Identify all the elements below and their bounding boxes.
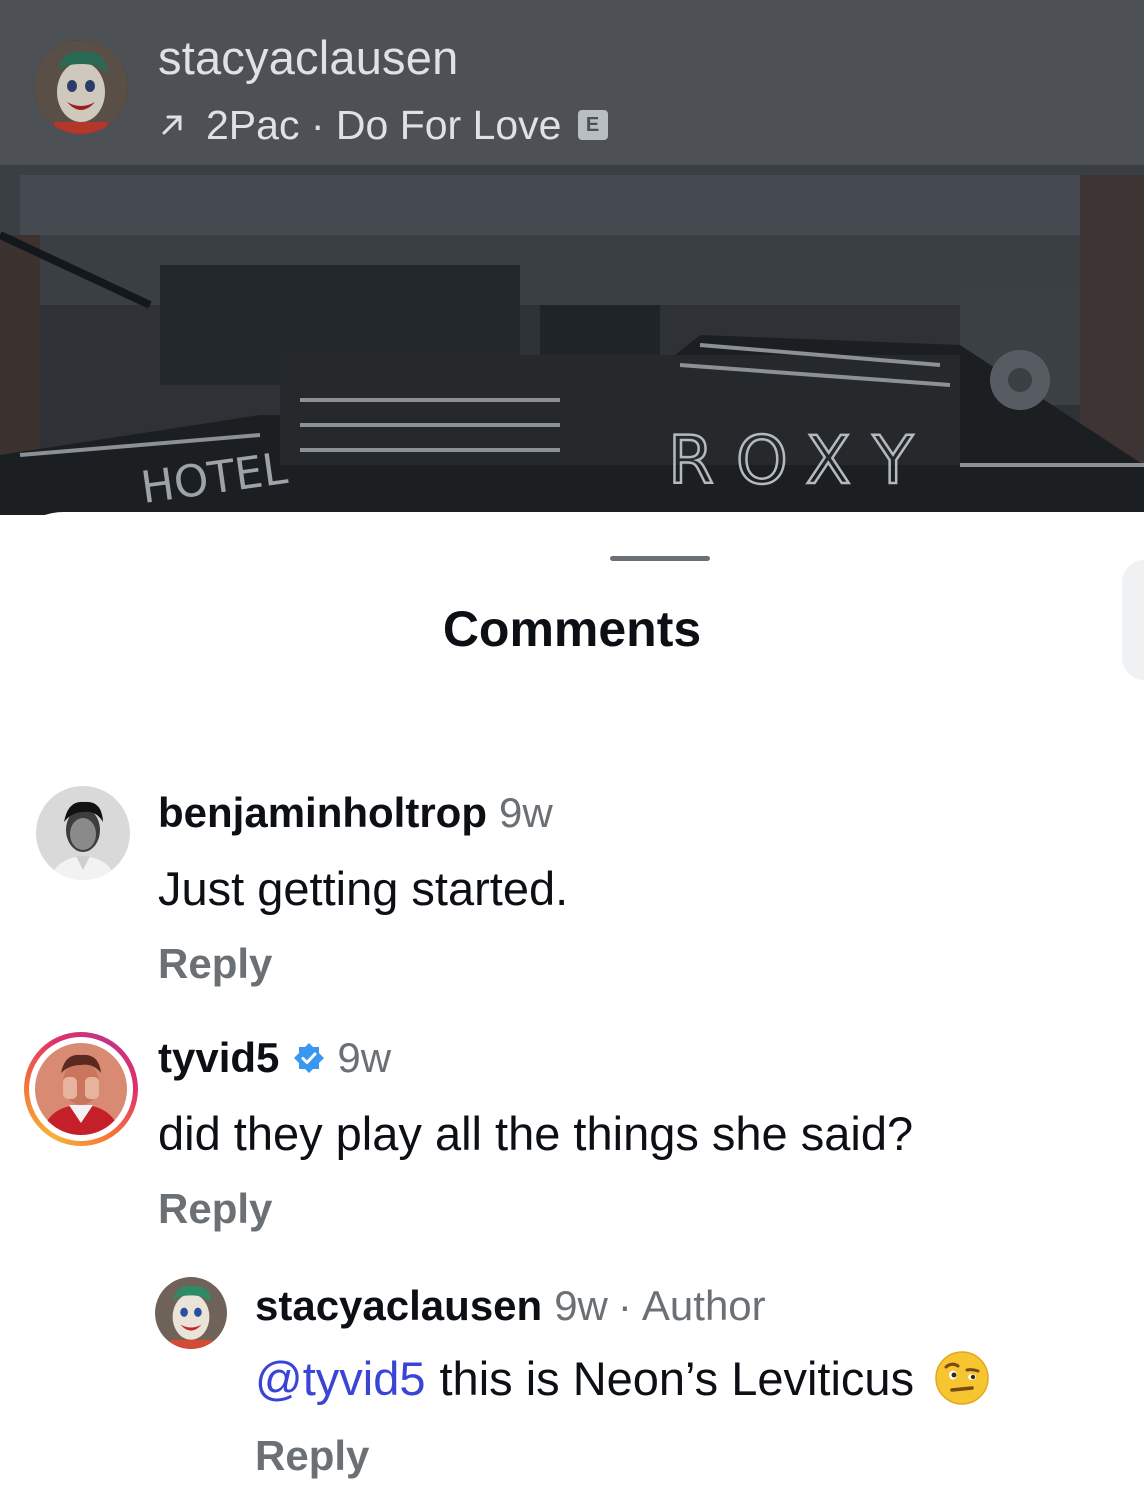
post-music-link[interactable]: 2Pac · Do For Love E [158, 100, 608, 150]
reply-text: @tyvid5 this is Neon’s Leviticus [255, 1348, 990, 1408]
reply-button[interactable]: Reply [158, 940, 272, 988]
comment-time: 9w [337, 1034, 392, 1081]
post-photo: HOTEL ROXY [0, 165, 1144, 515]
reply-button[interactable]: Reply [158, 1185, 272, 1233]
photo-sign-roxy: ROXY [668, 422, 935, 499]
author-label: Author [641, 1282, 766, 1329]
mention-link[interactable]: @tyvid5 [255, 1351, 426, 1406]
comment-text: Just getting started. [158, 861, 569, 915]
post-author-username[interactable]: stacyaclausen [158, 30, 458, 85]
post-author-avatar[interactable] [34, 40, 128, 134]
comment-text: did they play all the things she said? [158, 1106, 914, 1160]
reply-text-body: this is Neon’s Leviticus [439, 1351, 915, 1405]
reply-time: 9w [554, 1282, 608, 1329]
face-with-raised-eyebrow-icon [935, 1351, 989, 1405]
explicit-badge: E [577, 110, 608, 140]
arrow-up-right-icon [162, 115, 182, 135]
commenter-avatar[interactable] [35, 1043, 127, 1135]
post-header: stacyaclausen 2Pac · Do For Love E [0, 0, 1144, 165]
comment-time: 9w [499, 789, 553, 836]
music-title: 2Pac · Do For Love [206, 101, 562, 148]
sheet-grabber-handle[interactable] [610, 556, 710, 561]
commenter-avatar[interactable] [155, 1277, 227, 1349]
comment-username[interactable]: benjaminholtrop [158, 789, 487, 837]
sheet-title: Comments [442, 601, 702, 657]
verified-badge-icon [294, 1043, 325, 1073]
comment-username[interactable]: tyvid5 [158, 1034, 279, 1082]
reply-username[interactable]: stacyaclausen [255, 1282, 542, 1330]
reply-button[interactable]: Reply [255, 1432, 369, 1480]
commenter-avatar[interactable] [36, 786, 130, 880]
meta-separator: · [617, 1282, 632, 1329]
